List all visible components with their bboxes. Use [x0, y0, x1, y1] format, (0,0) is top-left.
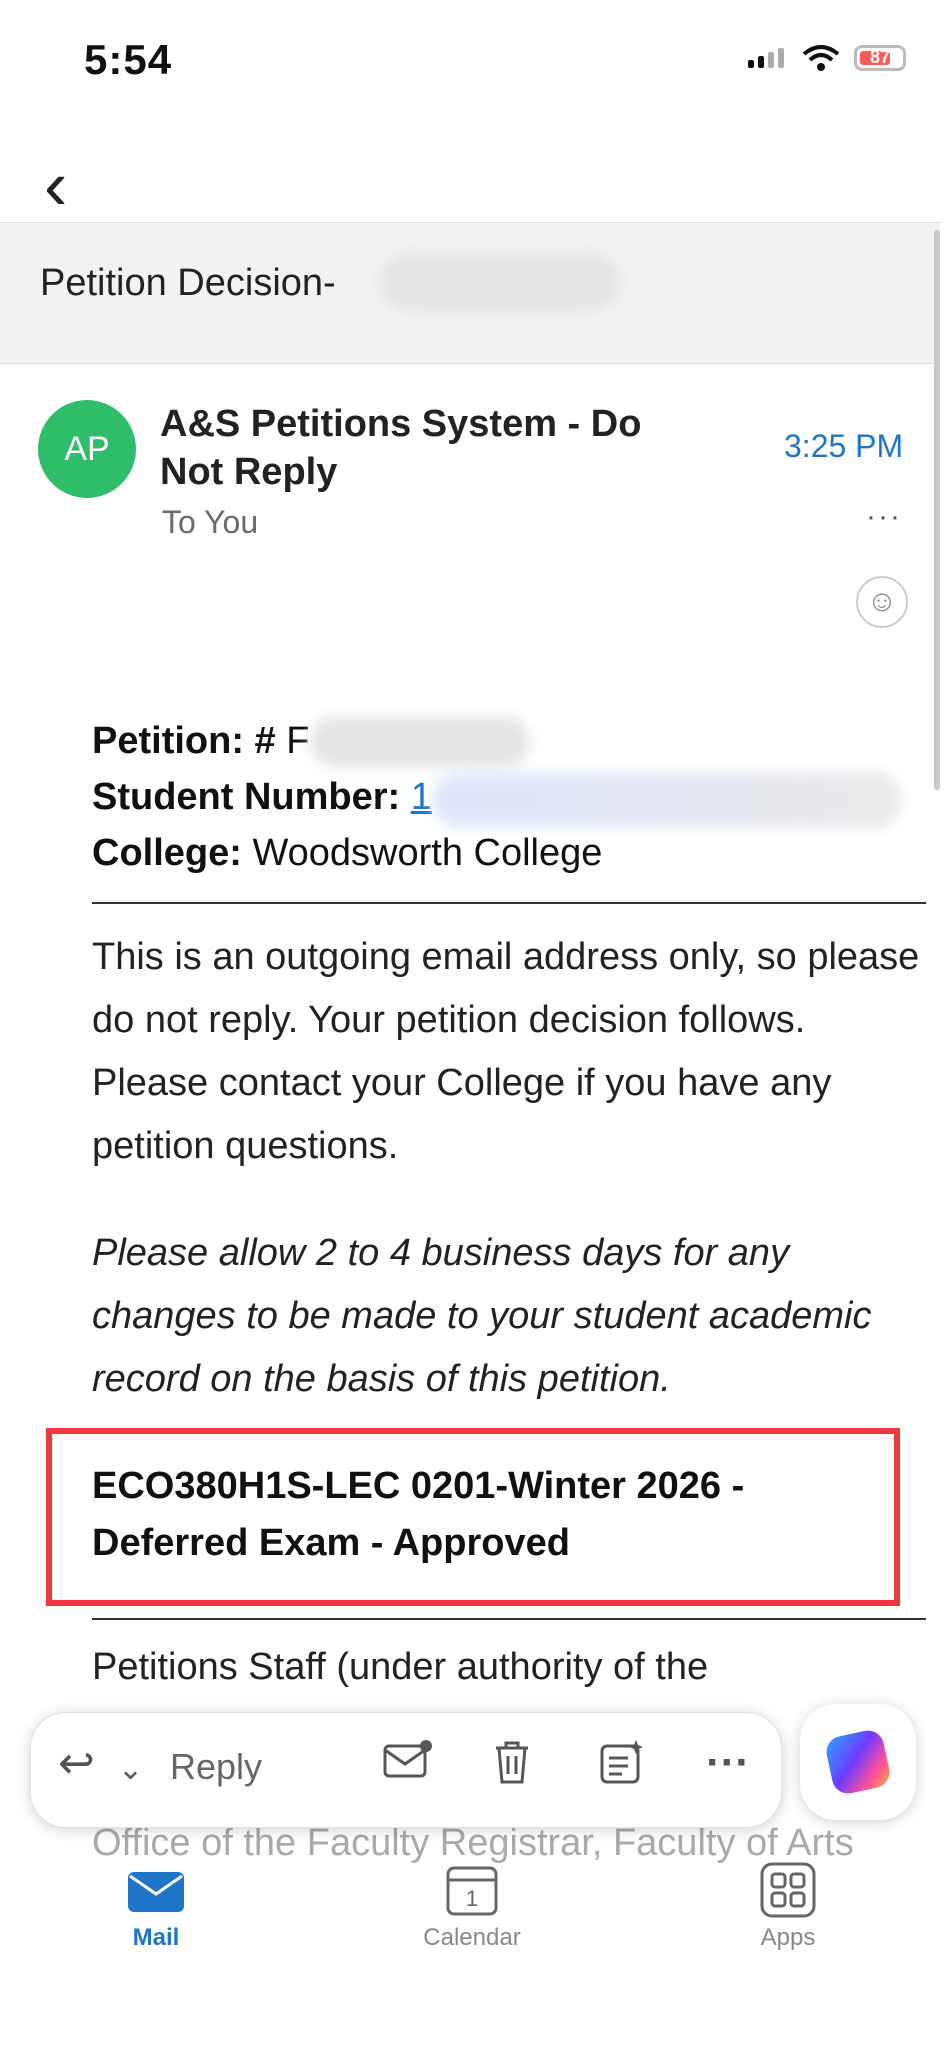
student-number: Student Number: 1	[92, 776, 432, 818]
divider	[92, 902, 926, 904]
chevron-down-icon[interactable]: ⌄	[118, 1752, 143, 1787]
trash-icon[interactable]	[490, 1738, 534, 1797]
email-time: 3:25 PM	[784, 428, 904, 464]
react-emoji-icon[interactable]: ☺	[856, 576, 908, 628]
signal-icon	[748, 48, 788, 68]
petition-number: Petition: # F	[92, 720, 310, 762]
calendar-icon: 1	[446, 1866, 498, 1916]
decision-text: ECO380H1S-LEC 0201-Winter 2026 - Deferre…	[92, 1465, 745, 1564]
wifi-icon	[802, 45, 840, 71]
paragraph-processing: Please allow 2 to 4 business days for an…	[92, 1232, 872, 1400]
redacted-student-number	[432, 772, 902, 828]
back-chevron-icon[interactable]: ‹	[44, 150, 67, 220]
divider	[92, 1618, 926, 1620]
signature-line-2: Office of the Faculty Registrar, Faculty…	[92, 1822, 854, 1864]
status-icons: 87	[748, 44, 906, 72]
apps-icon	[760, 1862, 816, 1918]
tab-mail[interactable]: Mail	[76, 1862, 236, 1952]
battery-icon: 87	[854, 45, 906, 71]
scrollbar[interactable]	[934, 230, 940, 790]
battery-level: 87	[869, 47, 891, 67]
paragraph-notice: This is an outgoing email address only, …	[92, 936, 920, 1167]
redacted-petition	[310, 716, 530, 768]
copilot-icon	[823, 1727, 893, 1797]
copilot-button[interactable]	[800, 1704, 916, 1820]
email-subject: Petition Decision-	[40, 262, 336, 304]
mail-unread-icon[interactable]	[382, 1738, 434, 1793]
recipient-line[interactable]: To You	[162, 504, 258, 541]
svg-text:1: 1	[466, 1886, 478, 1911]
college: College: Woodsworth College	[92, 832, 603, 874]
redacted-subject	[380, 254, 620, 310]
reply-button[interactable]: Reply	[170, 1746, 262, 1788]
signature-line: Petitions Staff (under authority of the	[92, 1646, 709, 1688]
status-time: 5:54	[84, 36, 173, 83]
sender-name[interactable]: A&S Petitions System - Do Not Reply	[160, 400, 700, 496]
tab-calendar[interactable]: 1 Calendar	[392, 1862, 552, 1952]
more-icon[interactable]: ···	[866, 500, 902, 534]
mail-icon	[128, 1872, 184, 1912]
tab-apps[interactable]: Apps	[708, 1862, 868, 1952]
avatar[interactable]: AP	[38, 400, 136, 498]
reply-icon[interactable]: ↩	[58, 1738, 95, 1789]
summary-icon[interactable]	[598, 1738, 646, 1797]
more-icon[interactable]: ···	[706, 1738, 750, 1788]
